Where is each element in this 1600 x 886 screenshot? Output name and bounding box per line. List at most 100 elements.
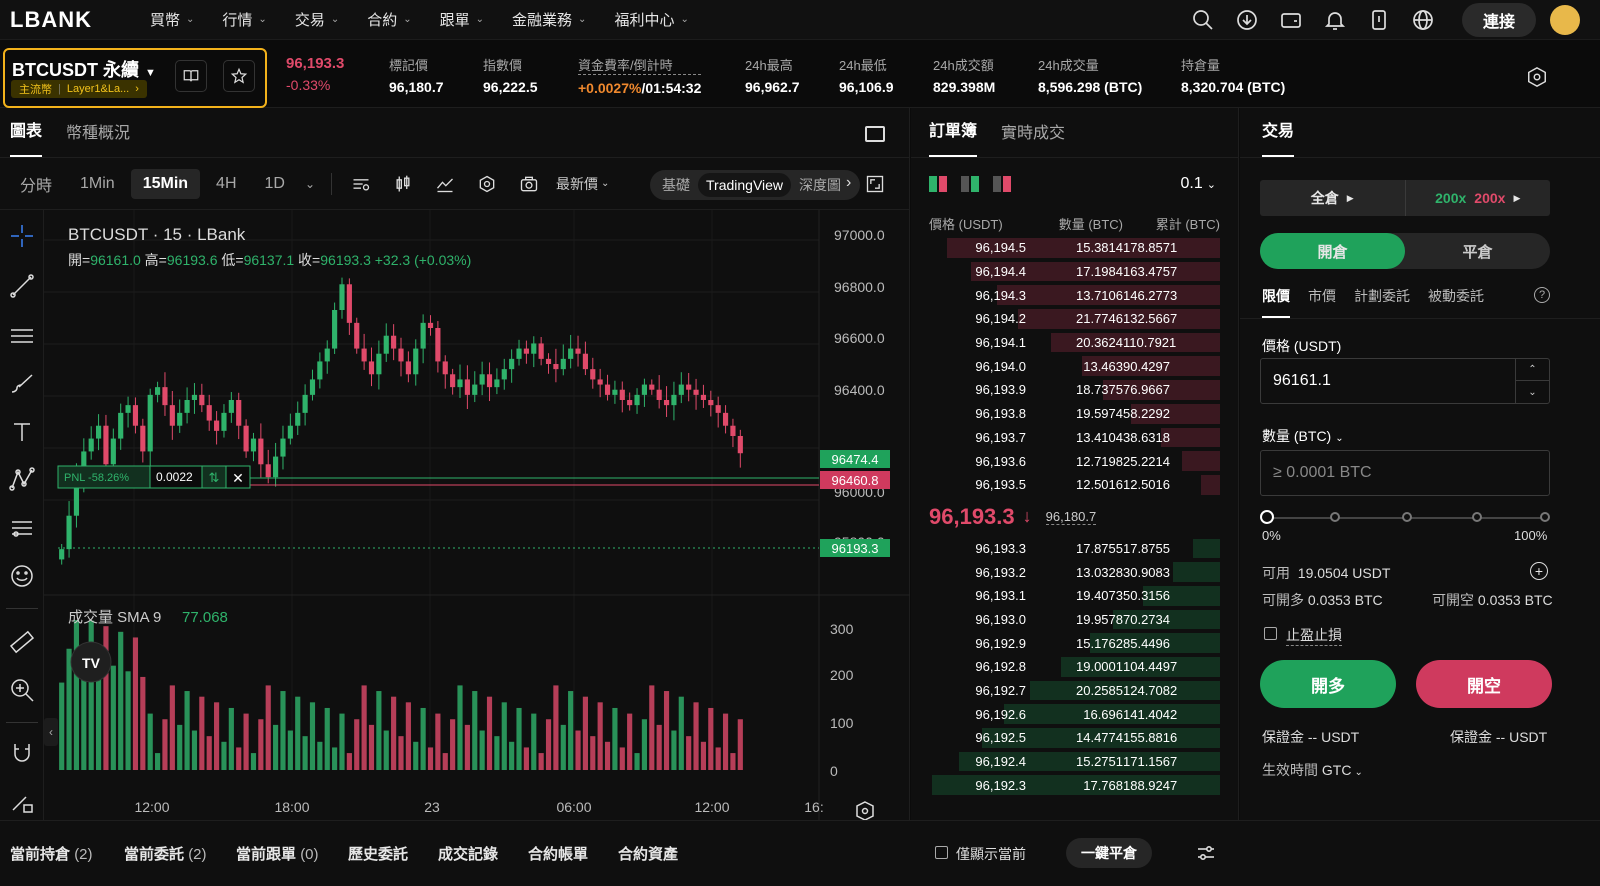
emoji-icon[interactable] [8, 562, 36, 590]
timeframe-line[interactable]: 分時 [8, 166, 64, 202]
ask-row[interactable]: 96,194.3 13.7106 146.2773 [911, 283, 1238, 307]
tab-order-book[interactable]: 訂單簿 [929, 117, 978, 157]
order-type-limit[interactable]: 限價 [1262, 286, 1290, 318]
view-asks-icon[interactable] [993, 176, 1011, 192]
ask-row[interactable]: 96,194.0 13.463 90.4297 [911, 354, 1238, 378]
nav-copy-trading[interactable]: 跟單 ⌄ [440, 9, 484, 30]
bell-icon[interactable] [1322, 7, 1348, 33]
nav-markets[interactable]: 行情 ⌄ [222, 9, 266, 30]
avatar[interactable] [1550, 5, 1580, 35]
close-all-button[interactable]: 一鍵平倉 [1066, 838, 1152, 868]
open-long-button[interactable]: 開多 [1260, 660, 1396, 708]
line-chart-icon[interactable] [434, 173, 456, 195]
search-icon[interactable] [1190, 7, 1216, 33]
filter-settings-icon[interactable] [1196, 843, 1216, 863]
bid-row[interactable]: 96,192.9 15.1762 85.4496 [911, 631, 1238, 655]
wallet-icon[interactable] [1278, 7, 1304, 33]
expand-icon[interactable] [865, 126, 885, 142]
download-icon[interactable] [1234, 7, 1260, 33]
timeframe-15min[interactable]: 15Min [130, 168, 201, 199]
ask-row[interactable]: 96,194.5 15.3814 178.8571 [911, 236, 1238, 260]
ask-row[interactable]: 96,194.2 21.7746 132.5667 [911, 307, 1238, 331]
ask-row[interactable]: 96,194.1 20.3624 110.7921 [911, 331, 1238, 355]
ask-row[interactable]: 96,193.5 12.5016 12.5016 [911, 473, 1238, 497]
bid-row[interactable]: 96,193.2 13.0328 30.9083 [911, 560, 1238, 584]
ask-row[interactable]: 96,193.8 19.5974 58.2292 [911, 402, 1238, 426]
bid-row[interactable]: 96,193.1 19.4073 50.3156 [911, 584, 1238, 608]
help-icon[interactable]: ? [1534, 287, 1550, 303]
chart-settings-icon[interactable] [856, 801, 874, 820]
tab-current-copy[interactable]: 當前跟單 (0) [236, 843, 319, 864]
only-current-checkbox[interactable] [935, 846, 948, 859]
order-type-plan[interactable]: 計劃委託 [1354, 286, 1410, 318]
chart-area[interactable]: ‹ 97000.096800.096600.096400.096000.0958… [0, 210, 910, 820]
symbol-tags[interactable]: 主流幣 | Layer1&La... › [11, 80, 147, 98]
view-bids-icon[interactable] [961, 176, 979, 192]
ask-row[interactable]: 96,194.4 17.1984 163.4757 [911, 260, 1238, 284]
lock-draw-icon[interactable] [8, 788, 36, 816]
tab-recent-trades[interactable]: 實時成交 [1001, 119, 1065, 157]
book-icon[interactable] [175, 60, 207, 92]
tab-chart[interactable]: 圖表 [10, 117, 43, 157]
funding-rate[interactable]: 資金費率/倒計時 +0.0027%/01:54:32 [578, 55, 702, 96]
forecast-icon[interactable] [8, 514, 36, 542]
timeframe-4h[interactable]: 4H [204, 169, 248, 199]
order-type-passive[interactable]: 被動委託 [1428, 286, 1484, 318]
candlestick-chart[interactable]: 97000.096800.096600.096400.096000.095800… [44, 210, 910, 820]
bid-row[interactable]: 96,192.6 16.696 141.4042 [911, 702, 1238, 726]
order-type-market[interactable]: 市價 [1308, 286, 1336, 318]
symbol-selector[interactable]: BTCUSDT 永續 ▼ 主流幣 | Layer1&La... › [3, 48, 267, 108]
chevron-down-icon[interactable]: ⌄ [301, 171, 319, 197]
bid-row[interactable]: 96,192.8 19.0001 104.4497 [911, 655, 1238, 679]
bid-row[interactable]: 96,193.3 17.8755 17.8755 [911, 537, 1238, 561]
chevron-up-icon[interactable]: ⌃ [1516, 359, 1549, 381]
view-both-icon[interactable] [929, 176, 947, 192]
globe-icon[interactable] [1410, 7, 1436, 33]
camera-icon[interactable] [518, 173, 540, 195]
bid-row[interactable]: 96,192.7 20.2585 124.7082 [911, 679, 1238, 703]
mode-basic[interactable]: 基礎 [654, 171, 698, 199]
tab-coin-overview[interactable]: 幣種概況 [66, 119, 130, 157]
candle-type-icon[interactable] [392, 173, 414, 195]
fullscreen-icon[interactable] [864, 173, 886, 195]
tab-open-orders[interactable]: 當前委託 (2) [124, 843, 207, 864]
zoom-in-icon[interactable] [8, 676, 36, 704]
nav-buy-crypto[interactable]: 買幣 ⌄ [150, 9, 194, 30]
bid-row[interactable]: 96,192.4 15.2751 171.1567 [911, 750, 1238, 774]
tab-trade-history[interactable]: 成交記錄 [438, 843, 498, 864]
bid-row[interactable]: 96,192.3 17.768 188.9247 [911, 773, 1238, 797]
tab-trade[interactable]: 交易 [1262, 117, 1295, 157]
nav-futures[interactable]: 合約 ⌄ [367, 9, 411, 30]
bid-row[interactable]: 96,192.5 14.4774 155.8816 [911, 726, 1238, 750]
margin-mode-button[interactable]: 全倉 ▶ [1260, 180, 1405, 216]
add-funds-icon[interactable]: + [1530, 562, 1548, 580]
ask-row[interactable]: 96,193.6 12.7198 25.2214 [911, 449, 1238, 473]
nav-rewards[interactable]: 福利中心 ⌄ [614, 9, 688, 30]
chevron-down-icon[interactable]: ⌄ [1516, 381, 1549, 403]
quantity-label[interactable]: 數量 (BTC) ⌄ [1262, 426, 1344, 446]
tpsl-checkbox[interactable] [1264, 627, 1277, 640]
star-icon[interactable] [223, 60, 255, 92]
horizontal-lines-icon[interactable] [8, 322, 36, 350]
indicators-icon[interactable] [350, 173, 372, 195]
tab-order-history[interactable]: 歷史委託 [348, 843, 408, 864]
quantity-slider[interactable] [1260, 508, 1550, 528]
brush-icon[interactable] [8, 370, 36, 398]
settings-hex-icon[interactable] [476, 173, 498, 195]
mode-depth[interactable]: 深度圖 [791, 171, 849, 199]
settings-icon[interactable] [1526, 66, 1548, 88]
pattern-icon[interactable] [8, 466, 36, 494]
chevron-right-icon[interactable]: › [846, 174, 851, 192]
quantity-input[interactable]: ≥ 0.0001 BTC [1260, 450, 1550, 496]
tab-contract-bills[interactable]: 合約帳單 [528, 843, 588, 864]
magnet-icon[interactable] [8, 740, 36, 768]
price-step-dropdown[interactable]: 0.1 ⌄ [1181, 175, 1216, 193]
price-source-dropdown[interactable]: 最新價 ⌄ [556, 174, 609, 194]
nav-trade[interactable]: 交易 ⌄ [295, 9, 339, 30]
time-in-force-dropdown[interactable]: 生效時間 GTC ⌄ [1262, 760, 1363, 780]
price-input[interactable]: 96161.1 ⌃ ⌄ [1260, 358, 1550, 404]
nav-finance[interactable]: 金融業務 ⌄ [512, 9, 586, 30]
leverage-button[interactable]: 200x 200x ▶ [1404, 180, 1551, 216]
ruler-icon[interactable] [8, 628, 36, 656]
text-icon[interactable] [8, 418, 36, 446]
